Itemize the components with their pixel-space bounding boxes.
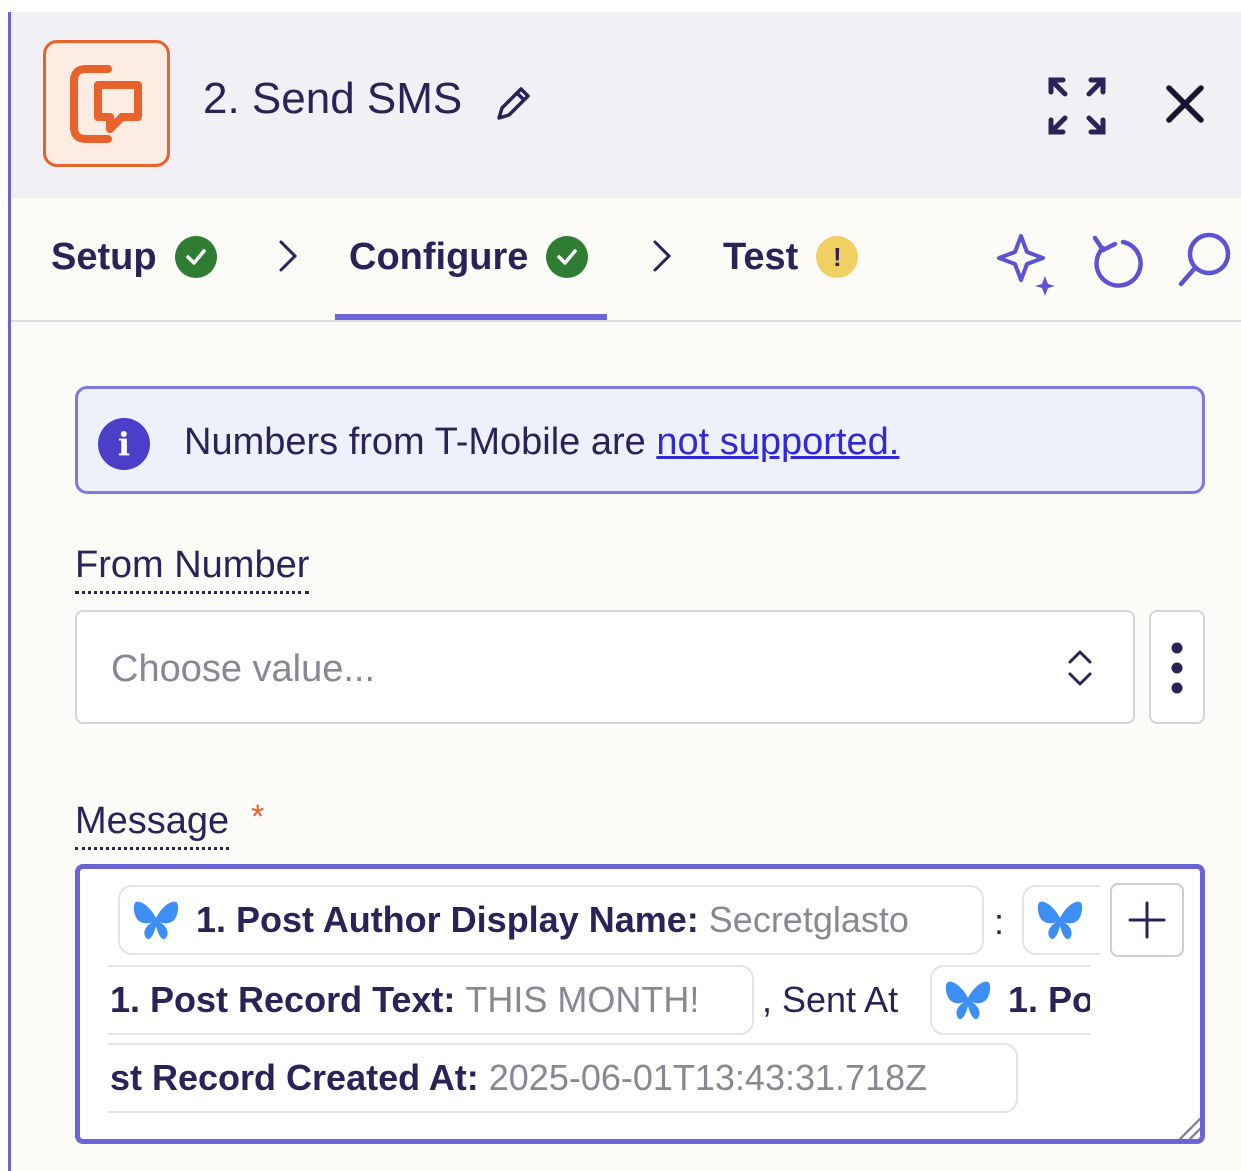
token-overflow-clip <box>1022 883 1100 957</box>
expand-icon[interactable] <box>1047 76 1107 136</box>
step-title: 2. Send SMS <box>203 74 463 123</box>
bluesky-butterfly-icon <box>945 981 991 1020</box>
token-overflow-clip: 1. Post Record Text: THIS MONTH! <box>108 963 758 1037</box>
pencil-icon[interactable] <box>493 84 533 124</box>
token-key: 1. Post Author Display Name: <box>196 899 699 940</box>
token-partial[interactable] <box>1022 885 1100 955</box>
bluesky-butterfly-icon <box>133 901 179 940</box>
required-asterisk: * <box>251 798 265 836</box>
token-created-at-start[interactable]: 1. Po <box>930 965 1090 1035</box>
search-icon[interactable] <box>1177 230 1233 290</box>
warning-icon: ! <box>816 236 859 278</box>
insert-data-button[interactable] <box>1110 883 1184 957</box>
separator-text: : <box>994 901 1005 942</box>
tab-setup[interactable]: Setup <box>51 232 217 282</box>
token-key: 1. Po <box>1008 979 1090 1020</box>
token-key: 1. Post Record Text: <box>110 979 456 1020</box>
token-created-at-end[interactable]: st Record Created At: 2025-06-01T13:43:3… <box>108 1043 1018 1113</box>
tab-setup-label: Setup <box>51 235 157 278</box>
tab-test-label: Test <box>723 235 799 278</box>
panel-header: 2. Send SMS <box>11 12 1241 198</box>
token-key: st Record Created At: <box>110 1057 479 1098</box>
token-value: Secretglasto <box>708 899 909 940</box>
token-author-display-name[interactable]: 1. Post Author Display Name: Secretglast… <box>118 885 984 955</box>
message-label: Message <box>75 800 230 850</box>
more-vertical-icon <box>1171 642 1183 694</box>
sms-chat-icon <box>70 65 142 143</box>
info-icon: i <box>98 418 150 470</box>
plus-icon <box>1128 901 1166 939</box>
banner-message: Numbers from T-Mobile are <box>184 421 657 463</box>
token-record-text[interactable]: 1. Post Record Text: THIS MONTH! <box>108 965 754 1035</box>
resize-handle-icon[interactable] <box>1176 1115 1202 1141</box>
tab-configure-label: Configure <box>349 235 529 278</box>
app-icon <box>43 40 170 167</box>
top-strip <box>0 0 1241 12</box>
tab-test[interactable]: Test ! <box>723 232 859 282</box>
token-value: THIS MONTH! <box>465 979 700 1020</box>
step-editor-panel: 2. Send SMS Setup Configure Test ! i Num… <box>8 12 1241 1171</box>
info-banner: i Numbers from T-Mobile are not supporte… <box>75 386 1205 494</box>
bluesky-butterfly-icon <box>1037 901 1083 940</box>
check-icon <box>174 236 217 278</box>
undo-icon[interactable] <box>1089 230 1147 292</box>
check-icon <box>546 236 589 278</box>
from-number-placeholder: Choose value... <box>111 648 376 690</box>
not-supported-link[interactable]: not supported. <box>656 421 899 463</box>
ai-sparkle-icon[interactable] <box>995 230 1061 296</box>
chevron-right-icon <box>279 240 298 272</box>
more-options-button[interactable] <box>1149 610 1205 724</box>
token-value: 2025-06-01T13:43:31.718Z <box>488 1057 928 1098</box>
from-number-select[interactable]: Choose value... <box>75 610 1135 724</box>
token-overflow-clip: 1. Po <box>930 963 1090 1037</box>
chevron-right-icon <box>653 240 672 272</box>
sent-at-text: , Sent At <box>762 979 899 1020</box>
token-overflow-clip: st Record Created At: 2025-06-01T13:43:3… <box>108 1041 1024 1115</box>
from-number-label: From Number <box>75 544 310 594</box>
message-input[interactable]: 1. Post Author Display Name: Secretglast… <box>75 864 1205 1144</box>
chevron-up-down-icon <box>1068 650 1092 686</box>
close-icon[interactable] <box>1165 84 1205 124</box>
tab-configure[interactable]: Configure <box>349 232 589 282</box>
step-tabs: Setup Configure Test ! <box>11 198 1241 322</box>
banner-text: Numbers from T-Mobile are not supported. <box>184 421 899 464</box>
active-tab-indicator <box>335 314 607 320</box>
